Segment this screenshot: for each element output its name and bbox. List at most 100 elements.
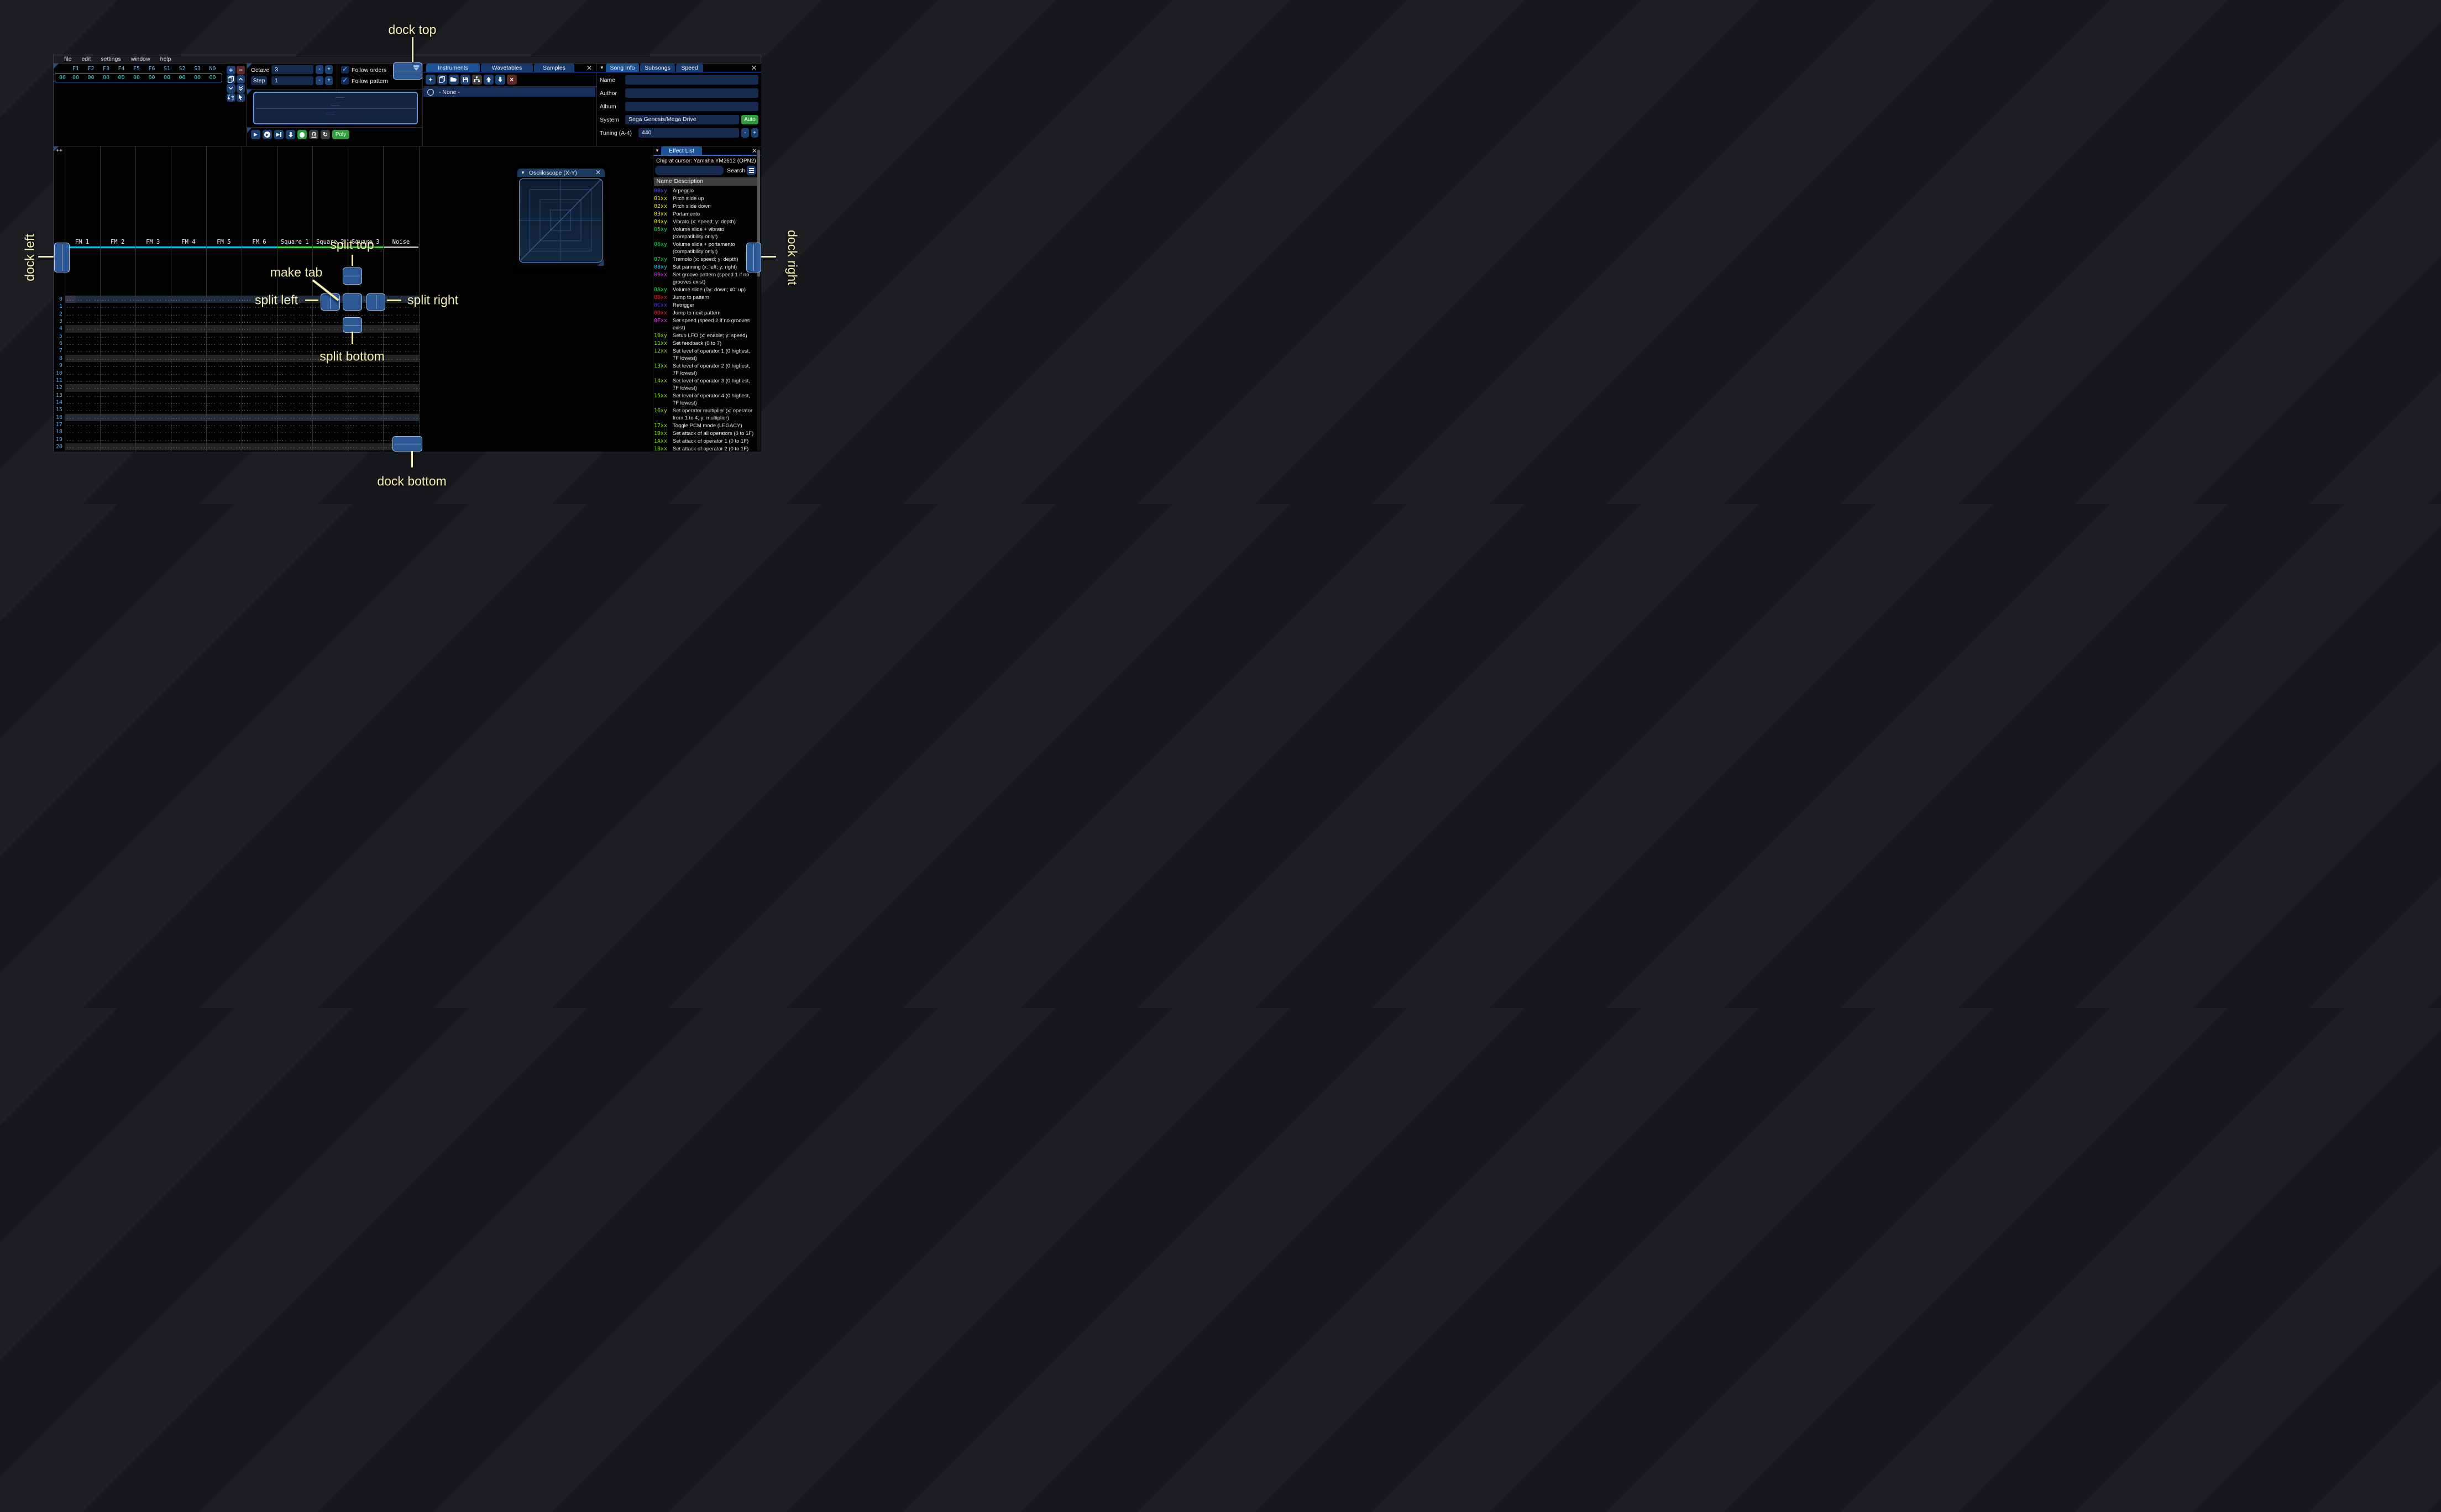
pattern-cell[interactable]: ... .. .. ... <box>383 340 420 347</box>
effect-list-row[interactable]: 07xy Tremolo (x: speed; y: depth) <box>654 255 757 263</box>
pattern-cell[interactable]: ... .. .. ... <box>383 333 420 340</box>
pattern-cell[interactable]: ... .. .. ... <box>206 399 243 406</box>
orders-cell[interactable]: 00 <box>206 75 219 81</box>
orders-move-down-button[interactable] <box>227 84 235 93</box>
pattern-cell[interactable]: ... .. .. ... <box>171 421 208 428</box>
pattern-cell[interactable]: ... .. .. ... <box>100 384 137 391</box>
orders-cell[interactable]: 00 <box>130 75 143 81</box>
effect-list-row[interactable]: 00xy Arpeggio <box>654 187 757 195</box>
pattern-cell[interactable]: ... .. .. ... <box>383 311 420 318</box>
pattern-cell[interactable]: ... .. .. ... <box>100 436 137 443</box>
pattern-cell[interactable]: ... .. .. ... <box>65 414 102 421</box>
pattern-cell[interactable]: ... .. .. ... <box>383 325 420 332</box>
pattern-cell[interactable]: ... .. .. ... <box>135 428 172 435</box>
pattern-cell[interactable]: ... .. .. ... <box>206 303 243 310</box>
pattern-cell[interactable]: ... .. .. ... <box>206 318 243 325</box>
pattern-cell[interactable]: ... .. .. ... <box>206 311 243 318</box>
pattern-cell[interactable]: ... .. .. ... <box>171 333 208 340</box>
pattern-cell[interactable]: ... .. .. ... <box>242 450 279 452</box>
pattern-cell[interactable]: ... .. .. ... <box>277 384 314 391</box>
pattern-cell[interactable]: ... .. .. ... <box>100 311 137 318</box>
resize-grip-icon[interactable] <box>598 260 604 266</box>
piano-widget[interactable] <box>253 92 418 124</box>
pattern-cell[interactable]: ... .. .. ... <box>242 377 279 384</box>
pattern-cell[interactable]: ... .. .. ... <box>312 333 349 340</box>
pattern-cell[interactable]: ... .. .. ... <box>135 450 172 452</box>
pattern-cell[interactable]: ... .. .. ... <box>242 443 279 450</box>
pattern-cell[interactable]: ... .. .. ... <box>65 421 102 428</box>
pattern-cell[interactable]: ... .. .. ... <box>277 377 314 384</box>
orders-deep-clone-button[interactable] <box>227 93 235 102</box>
collapse-icon[interactable]: ▼ <box>600 65 604 70</box>
pattern-cell[interactable]: ... .. .. ... <box>312 377 349 384</box>
pattern-cell[interactable]: ... .. .. ... <box>65 340 102 347</box>
effect-list-row[interactable]: 0Bxx Jump to pattern <box>654 293 757 301</box>
auto-button[interactable]: Auto <box>741 115 758 124</box>
transport-play-button[interactable]: ▶ <box>251 130 260 139</box>
system-field[interactable]: Sega Genesis/Mega Drive <box>625 115 739 124</box>
pattern-cell[interactable]: ... .. .. ... <box>242 362 279 369</box>
menu-item-edit[interactable]: edit <box>76 56 96 62</box>
pattern-cell[interactable]: ... .. .. ... <box>135 303 172 310</box>
transport-record-button[interactable] <box>297 130 307 139</box>
menu-item-help[interactable]: help <box>155 56 176 62</box>
pattern-cell[interactable]: ... .. .. ... <box>312 399 349 406</box>
tab-samples[interactable]: Samples <box>534 64 574 72</box>
pattern-cell[interactable]: ... .. .. ... <box>135 347 172 354</box>
pattern-cell[interactable]: ... .. .. ... <box>206 296 243 303</box>
instrument-move-up-button[interactable] <box>484 75 494 85</box>
pattern-cell[interactable]: ... .. .. ... <box>65 450 102 452</box>
pattern-cell[interactable]: ... .. .. ... <box>242 414 279 421</box>
channel-header-fm-2[interactable]: FM 2 <box>100 238 135 246</box>
pattern-cell[interactable]: ... .. .. ... <box>348 384 385 391</box>
pattern-cell[interactable]: ... .. .. ... <box>312 384 349 391</box>
pattern-cell[interactable]: ... .. .. ... <box>312 428 349 435</box>
pattern-cell[interactable]: ... .. .. ... <box>383 355 420 362</box>
pattern-cell[interactable]: ... .. .. ... <box>100 347 137 354</box>
effect-list-row[interactable]: 05xy Volume slide + vibrato (compatibilit… <box>654 225 757 240</box>
step-plus-button[interactable]: + <box>325 76 333 85</box>
transport-play-pattern-button[interactable]: ▶ <box>263 130 272 139</box>
pattern-cell[interactable]: ... .. .. ... <box>135 384 172 391</box>
pattern-cell[interactable]: ... .. .. ... <box>65 347 102 354</box>
pattern-cell[interactable]: ... .. .. ... <box>206 333 243 340</box>
pattern-cell[interactable]: ... .. .. ... <box>206 450 243 452</box>
pattern-cell[interactable]: ... .. .. ... <box>171 325 208 332</box>
transport-metronome-button[interactable] <box>309 130 318 139</box>
pattern-cell[interactable]: ... .. .. ... <box>206 340 243 347</box>
pattern-cell[interactable]: ... .. .. ... <box>242 392 279 399</box>
effect-list-row[interactable]: 06xy Volume slide + portamento (compatibi… <box>654 240 757 255</box>
follow-pattern-checkbox[interactable]: ✓ <box>341 76 349 85</box>
pattern-cell[interactable]: ... .. .. ... <box>135 392 172 399</box>
pattern-cell[interactable]: ... .. .. ... <box>171 443 208 450</box>
pattern-cell[interactable]: ... .. .. ... <box>312 392 349 399</box>
pattern-cell[interactable]: ... .. .. ... <box>100 318 137 325</box>
split-bottom-target[interactable] <box>343 317 362 333</box>
effect-list-row[interactable]: 19xx Set attack of all operators (0 to 1F… <box>654 429 757 437</box>
pattern-cell[interactable]: ... .. .. ... <box>135 362 172 369</box>
channel-header-noise[interactable]: Noise <box>383 238 418 246</box>
pattern-cell[interactable]: ... .. .. ... <box>242 399 279 406</box>
pattern-cell[interactable]: ... .. .. ... <box>277 392 314 399</box>
tab-speed[interactable]: Speed <box>676 64 703 72</box>
effect-list-scrollbar[interactable] <box>756 147 761 451</box>
pattern-cell[interactable]: ... .. .. ... <box>312 421 349 428</box>
pattern-cell[interactable]: ... .. .. ... <box>171 436 208 443</box>
pattern-cell[interactable]: ... .. .. ... <box>171 377 208 384</box>
pattern-cell[interactable]: ... .. .. ... <box>100 355 137 362</box>
pattern-cell[interactable]: ... .. .. ... <box>242 406 279 413</box>
instrument-add-button[interactable]: + <box>426 75 436 85</box>
pattern-cell[interactable]: ... .. .. ... <box>348 414 385 421</box>
pattern-cell[interactable]: ... .. .. ... <box>171 392 208 399</box>
tuning-plus-button[interactable]: + <box>751 128 758 138</box>
collapse-icon[interactable]: ▼ <box>655 148 659 153</box>
pattern-cell[interactable]: ... .. .. ... <box>135 333 172 340</box>
pattern-cell[interactable]: ... .. .. ... <box>171 414 208 421</box>
effect-list-row[interactable]: 03xx Portamento <box>654 210 757 218</box>
pattern-cell[interactable]: ... .. .. ... <box>135 340 172 347</box>
pattern-cell[interactable]: ... .. .. ... <box>348 399 385 406</box>
pattern-cell[interactable]: ... .. .. ... <box>135 296 172 303</box>
effect-list-row[interactable]: 0Cxx Retrigger <box>654 301 757 309</box>
pattern-cell[interactable]: ... .. .. ... <box>65 443 102 450</box>
pattern-cell[interactable]: ... .. .. ... <box>277 311 314 318</box>
